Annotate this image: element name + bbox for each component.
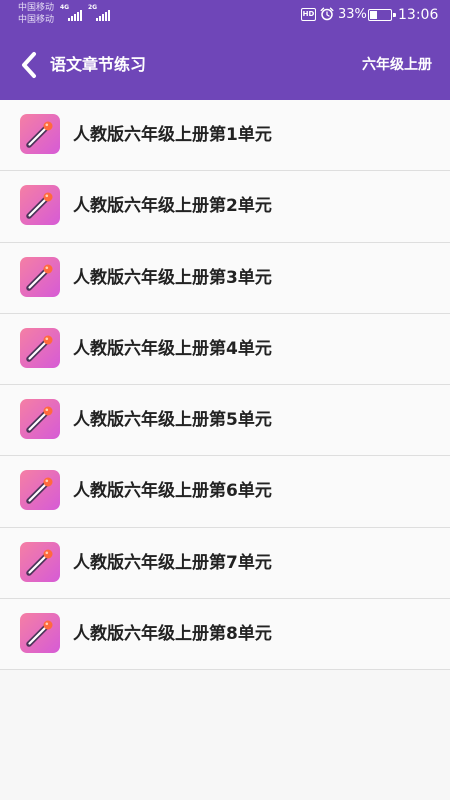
list-item-chapter-1[interactable]: 人教版六年级上册第1单元 bbox=[0, 100, 450, 172]
list-item-label: 人教版六年级上册第7单元 bbox=[73, 552, 272, 573]
grade-selector[interactable]: 六年级上册 bbox=[362, 54, 432, 76]
list-item-chapter-8[interactable]: 人教版六年级上册第8单元 bbox=[0, 599, 450, 671]
pen-icon bbox=[20, 114, 60, 154]
pen-icon bbox=[20, 613, 60, 654]
carrier-label-2: 中国移动 bbox=[18, 15, 55, 25]
signal-bars-icon bbox=[96, 9, 110, 21]
list-item-label: 人教版六年级上册第3单元 bbox=[73, 267, 272, 288]
list-item-chapter-3[interactable]: 人教版六年级上册第3单元 bbox=[0, 242, 450, 314]
list-item-label: 人教版六年级上册第6单元 bbox=[73, 481, 272, 502]
status-bar: 中国移动 中国移动 4G 2G HD 33% 13:06 bbox=[0, 0, 450, 30]
chevron-left-icon bbox=[22, 52, 36, 78]
list-item-label: 人教版六年级上册第4单元 bbox=[73, 338, 272, 359]
signal-bars-icon bbox=[68, 9, 82, 21]
list-item-chapter-2[interactable]: 人教版六年级上册第2单元 bbox=[0, 171, 450, 243]
pen-icon bbox=[20, 327, 60, 368]
alarm-clock-icon bbox=[320, 7, 334, 21]
list-item-chapter-5[interactable]: 人教版六年级上册第5单元 bbox=[0, 385, 450, 457]
list-item-label: 人教版六年级上册第1单元 bbox=[73, 125, 272, 145]
chapter-list: 人教版六年级上册第1单元 人教版六年级上册第2单元 人教版六年级上册第3单元 人… bbox=[0, 100, 450, 671]
list-item-label: 人教版六年级上册第8单元 bbox=[73, 624, 272, 645]
list-item-chapter-4[interactable]: 人教版六年级上册第4单元 bbox=[0, 313, 450, 386]
pen-icon bbox=[20, 470, 60, 511]
list-item-label: 人教版六年级上册第5单元 bbox=[73, 410, 272, 431]
pen-icon bbox=[20, 256, 60, 297]
list-item-chapter-6[interactable]: 人教版六年级上册第6单元 bbox=[0, 456, 450, 528]
back-button[interactable] bbox=[12, 48, 46, 82]
pen-icon bbox=[20, 399, 60, 440]
pen-icon bbox=[20, 541, 60, 582]
pen-icon bbox=[20, 185, 60, 226]
carrier-label-1: 中国移动 bbox=[18, 3, 55, 13]
hd-badge: HD bbox=[301, 8, 316, 21]
battery-icon bbox=[368, 9, 396, 21]
page-title: 语文章节练习 bbox=[50, 55, 147, 74]
list-item-chapter-7[interactable]: 人教版六年级上册第7单元 bbox=[0, 527, 450, 600]
battery-percentage: 33% bbox=[338, 7, 367, 22]
status-clock: 13:06 bbox=[398, 7, 439, 23]
list-item-label: 人教版六年级上册第2单元 bbox=[73, 196, 272, 217]
app-header: 中国移动 中国移动 4G 2G HD 33% 13:06 语文章节练习 六年级上… bbox=[0, 0, 450, 100]
